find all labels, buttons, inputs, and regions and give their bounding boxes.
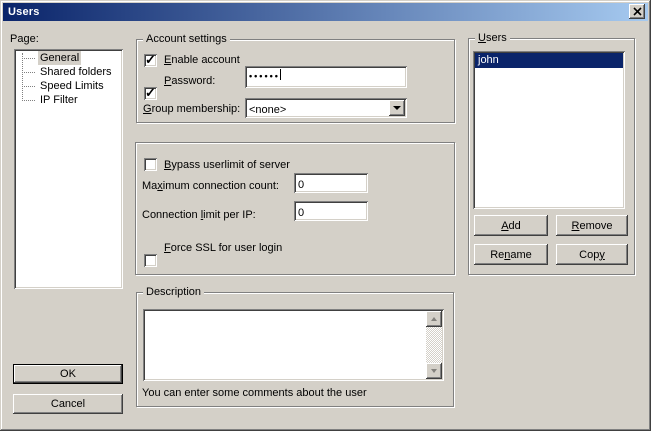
tree-item-ip-filter[interactable]: IP Filter [14,93,123,107]
text-caret [280,69,281,80]
users-group-title: Users [475,32,510,45]
remove-user-button[interactable]: Remove [556,215,628,236]
page-label: Page: [10,33,39,45]
password-label: Password: [164,75,215,87]
tree-item-speed-limits[interactable]: Speed Limits [14,79,123,93]
conn-per-ip-label: Connection limit per IP: [142,209,256,221]
group-membership-select[interactable]: <none> [245,98,407,118]
arrow-up-icon [431,317,437,321]
ok-button[interactable]: OK [13,364,123,384]
description-scrollbar[interactable] [426,311,442,379]
users-group: Users john Add Remove Rename Copy [468,38,635,275]
title-bar[interactable]: Users [3,3,648,21]
password-input[interactable]: •••••• [245,66,407,88]
account-settings-title: Account settings [143,33,230,46]
tree-item-general[interactable]: General [14,51,123,65]
page-tree[interactable]: General Shared folders Speed Limits IP F… [14,49,123,289]
limits-group: Bypass userlimit of server Maximum conne… [135,142,455,275]
chevron-down-icon [393,106,401,110]
dropdown-button[interactable] [389,100,405,116]
window-title: Users [3,6,40,18]
group-membership-value: <none> [249,104,286,116]
conn-per-ip-input[interactable] [294,201,368,221]
enable-account-checkbox[interactable] [144,54,157,67]
tree-item-shared-folders[interactable]: Shared folders [14,65,123,79]
force-ssl-label: Force SSL for user login [164,242,282,254]
enable-account-label: Enable account [164,54,240,66]
password-checkbox[interactable] [144,87,157,100]
max-connections-input[interactable] [294,173,368,193]
group-membership-label: Group membership: [143,103,240,115]
add-user-button[interactable]: Add [474,215,548,236]
max-connections-label: Maximum connection count: [142,180,279,192]
account-settings-group: Account settings Enable account Password… [136,39,455,123]
user-list-item[interactable]: john [475,53,623,68]
scroll-down-button[interactable] [426,363,442,379]
bypass-userlimit-label: Bypass userlimit of server [164,159,290,171]
description-title: Description [143,286,204,299]
scroll-up-button[interactable] [426,311,442,327]
cancel-button[interactable]: Cancel [13,394,123,414]
copy-user-button[interactable]: Copy [556,244,628,265]
bypass-userlimit-checkbox[interactable] [144,158,157,171]
close-button[interactable] [629,4,645,19]
users-dialog: { "window": { "title": "Users" }, "page_… [0,0,651,431]
description-hint: You can enter some comments about the us… [142,387,367,399]
close-icon [633,7,642,16]
users-list[interactable]: john [473,51,625,209]
description-group: Description You can enter some comments … [136,292,454,407]
arrow-down-icon [431,369,437,373]
rename-user-button[interactable]: Rename [474,244,548,265]
description-input[interactable] [143,309,444,381]
force-ssl-checkbox[interactable] [144,254,157,267]
